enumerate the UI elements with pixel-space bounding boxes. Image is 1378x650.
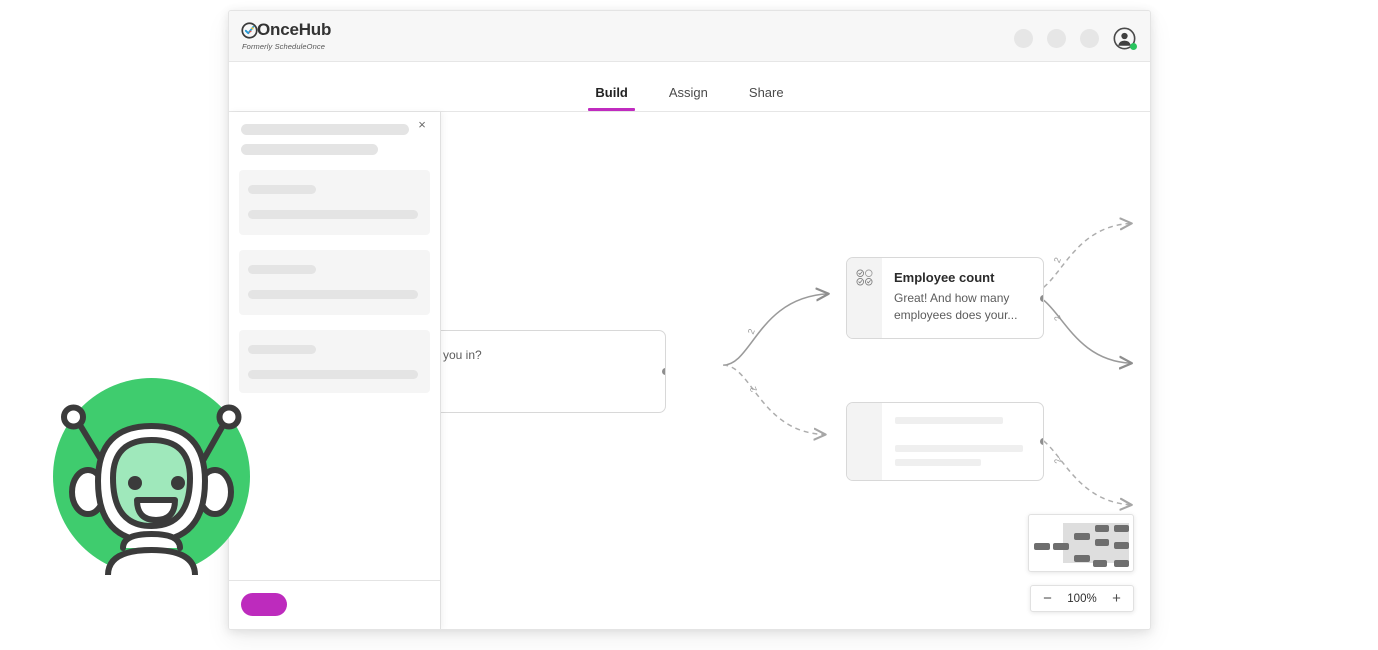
close-icon[interactable]: ×: [414, 117, 430, 133]
skeleton-bar: [248, 265, 316, 274]
minimap-node: [1114, 560, 1129, 567]
node-icon-gutter: [847, 258, 882, 338]
zoom-out-button[interactable]: −: [1041, 591, 1054, 606]
node-text: Great! And how many employees does your.…: [894, 290, 1031, 324]
avatar-status-dot: [1130, 43, 1137, 50]
node-icon-gutter: [847, 403, 882, 480]
brand-tagline: Formerly ScheduleOnce: [242, 42, 331, 51]
tab-share[interactable]: Share: [745, 85, 788, 111]
minimap-node: [1095, 539, 1109, 546]
placeholder-icon-1[interactable]: [1014, 29, 1033, 48]
node-title: Employee count: [894, 270, 1031, 285]
skeleton-bar: [248, 345, 316, 354]
edge-marker: 2: [1052, 457, 1063, 465]
brand-name: OnceHub: [257, 21, 331, 39]
skeleton-bar: [241, 144, 378, 155]
flow-node-employee-count[interactable]: Employee count Great! And how many emplo…: [846, 257, 1044, 339]
main-tabbar: Build Assign Share: [229, 62, 1150, 112]
minimap-node: [1053, 543, 1069, 550]
node-output-port[interactable]: [1040, 295, 1044, 302]
skeleton-bar: [248, 290, 418, 299]
skeleton-bar: [241, 124, 409, 135]
edge-marker: 2: [748, 385, 759, 393]
minimap[interactable]: [1028, 514, 1134, 572]
skeleton-bar: [248, 370, 418, 379]
flow-node-industry[interactable]: re you in?: [441, 330, 666, 413]
minimap-node: [1095, 525, 1109, 532]
sidebar-skeleton-card-2[interactable]: [239, 250, 430, 315]
workarea: ×: [229, 112, 1150, 629]
minimap-node: [1093, 560, 1107, 567]
multiple-choice-icon: [856, 269, 873, 286]
placeholder-icon-2[interactable]: [1047, 29, 1066, 48]
user-avatar-icon[interactable]: [1113, 27, 1136, 50]
sidebar-skeleton-card-3[interactable]: [239, 330, 430, 393]
skeleton-bar: [248, 210, 418, 219]
node-text: re you in?: [441, 347, 653, 364]
edge-marker: 2: [1052, 256, 1063, 264]
minimap-node: [1114, 525, 1129, 532]
circle-check-icon: [241, 22, 258, 39]
app-topbar: OnceHub Formerly ScheduleOnce: [229, 11, 1150, 62]
flow-node-skeleton-middle[interactable]: [846, 402, 1044, 481]
sidebar-header-skeleton: [229, 112, 440, 155]
sidebar-skeleton-card-1[interactable]: [239, 170, 430, 235]
flow-canvas[interactable]: 2 2 2 2 2 re you in?: [441, 112, 1150, 629]
minimap-node: [1114, 542, 1129, 549]
edge-marker: 2: [746, 327, 757, 335]
placeholder-icon-3[interactable]: [1080, 29, 1099, 48]
topbar-actions: [1014, 27, 1136, 50]
chatbot-mascot: [53, 378, 250, 575]
node-output-port[interactable]: [1040, 438, 1044, 445]
app-window: OnceHub Formerly ScheduleOnce Build Assi…: [228, 10, 1151, 630]
tab-assign[interactable]: Assign: [665, 85, 712, 111]
skeleton-bar: [248, 185, 316, 194]
minimap-node: [1034, 543, 1050, 550]
sidebar-primary-button[interactable]: [241, 593, 287, 616]
minimap-node: [1074, 555, 1090, 562]
skeleton-bar: [895, 459, 981, 466]
skeleton-bar: [895, 445, 1023, 452]
node-output-port[interactable]: [662, 368, 666, 375]
editor-sidebar: ×: [229, 112, 441, 629]
brand-logo[interactable]: OnceHub Formerly ScheduleOnce: [241, 20, 331, 51]
minimap-node: [1074, 533, 1090, 540]
zoom-level-value: 100%: [1067, 593, 1096, 605]
zoom-in-button[interactable]: +: [1110, 591, 1123, 606]
sidebar-footer: [229, 580, 440, 629]
tab-build[interactable]: Build: [591, 85, 632, 111]
zoom-controls: − 100% +: [1030, 585, 1134, 612]
skeleton-bar: [895, 417, 1003, 424]
